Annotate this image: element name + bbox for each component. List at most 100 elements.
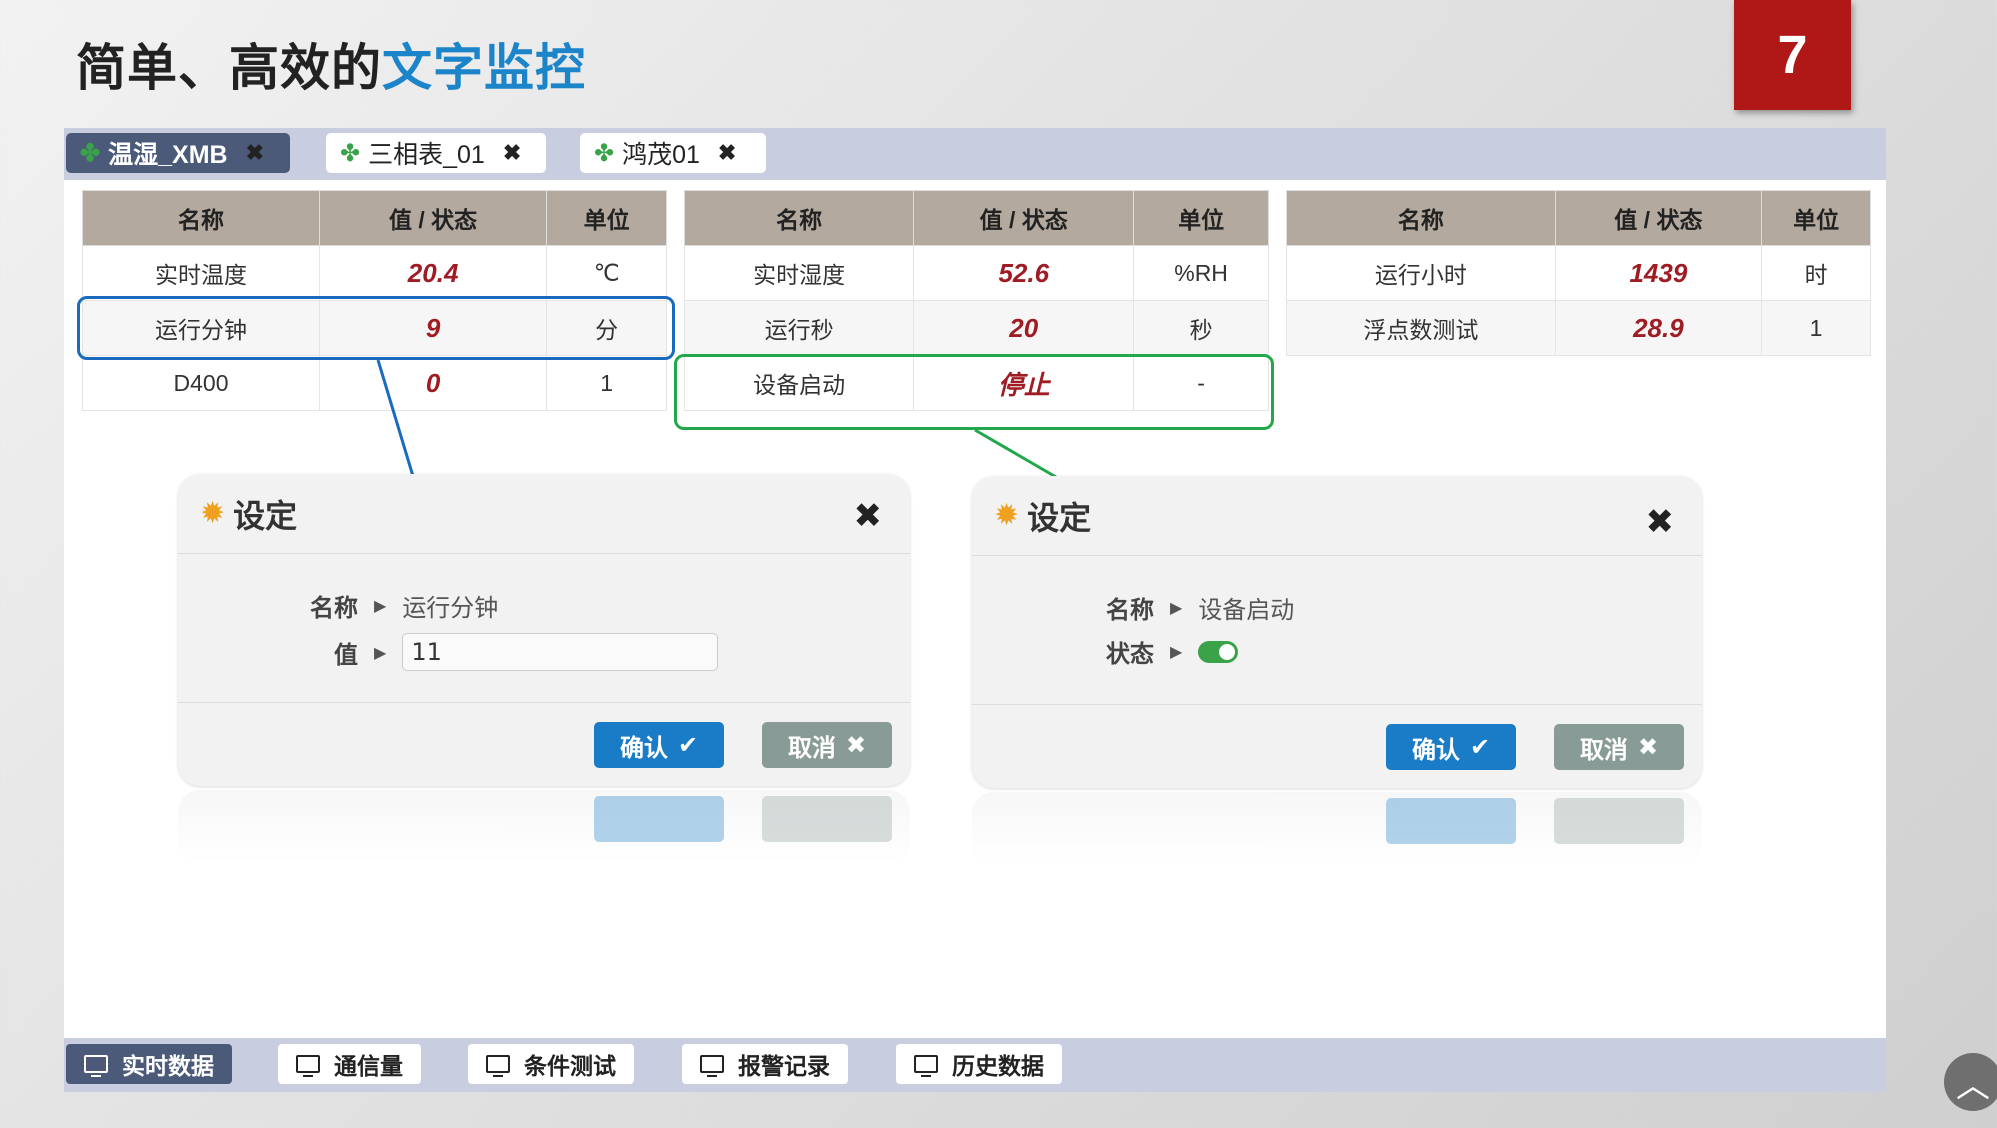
caret-right-icon: ▶: [374, 642, 387, 662]
cell-name: 实时温度: [82, 245, 320, 301]
table-row[interactable]: D400 0 1: [82, 355, 667, 411]
tab-sanxiangbiao-01[interactable]: ✤ 三相表_01 ✖: [326, 133, 546, 173]
cell-unit: ℃: [546, 245, 667, 301]
cell-unit: %RH: [1133, 245, 1269, 301]
tab-label: 报警记录: [738, 1054, 830, 1080]
page-number-badge: 7: [1734, 0, 1851, 110]
confirm-button[interactable]: 确认 ✔: [594, 722, 724, 768]
monitor-icon: [700, 1055, 724, 1077]
cell-unit: 1: [1761, 300, 1871, 356]
tab-label: 三相表_01: [368, 141, 485, 169]
tab-alarm-records[interactable]: 报警记录: [682, 1044, 848, 1084]
tab-realtime-data[interactable]: 实时数据: [66, 1044, 232, 1084]
table-row[interactable]: 浮点数测试 28.9 1: [1286, 300, 1871, 356]
value-input[interactable]: 11: [402, 633, 719, 671]
column-header: 值 / 状态: [318, 190, 548, 246]
close-icon[interactable]: ✖: [503, 140, 521, 166]
check-icon: ✔: [1469, 733, 1491, 761]
value-row: 值 ▶ 11: [298, 633, 719, 671]
cell-name: 运行秒: [683, 300, 915, 356]
table-row[interactable]: 运行小时 1439 时: [1286, 245, 1871, 301]
cancel-button[interactable]: 取消 ✖: [1554, 724, 1684, 770]
title-highlight: 文字监控: [382, 39, 586, 97]
state-row: 状态 ▶: [1094, 634, 1239, 669]
dialog-reflection: [972, 792, 1702, 866]
dialog-reflection: [178, 790, 910, 864]
button-label: 取消: [1579, 735, 1628, 764]
monitor-icon: [914, 1055, 938, 1077]
name-row: 名称 ▶ 设备启动: [1094, 590, 1294, 625]
cell-name: 实时湿度: [683, 245, 915, 301]
data-table-3: 名称值 / 状态 单位 运行小时 1439 时 浮点数测试 28.9 1: [1286, 190, 1871, 356]
reflection-confirm: [594, 796, 724, 842]
column-header: 名称: [1286, 190, 1556, 246]
name-label: 名称: [1106, 596, 1154, 624]
leaf-icon: ✤: [340, 139, 361, 167]
column-header: 值 / 状态: [913, 190, 1135, 246]
tab-hongmao-01[interactable]: ✤ 鸿茂01 ✖: [580, 133, 766, 173]
tab-wenshi-xmb[interactable]: ✤ 温湿_XMB ✖: [66, 133, 290, 173]
settings-dialog-right: ✹ 设定 ✖ 名称 ▶ 设备启动 状态 ▶ 确认 ✔ 取消 ✖: [972, 476, 1702, 788]
dialog-title: 设定: [1027, 498, 1092, 537]
leaf-icon: ✤: [80, 139, 101, 167]
caret-right-icon: ▶: [1170, 598, 1183, 617]
tab-label: 温湿_XMB: [108, 141, 228, 169]
cell-value[interactable]: 0: [318, 355, 548, 411]
close-icon[interactable]: ✖: [718, 140, 736, 166]
tab-traffic[interactable]: 通信量: [278, 1044, 421, 1084]
close-icon[interactable]: ✖: [1646, 502, 1675, 542]
cell-value[interactable]: 1439: [1554, 245, 1763, 301]
device-tab-bar: ✤ 温湿_XMB ✖ ✤ 三相表_01 ✖ ✤ 鸿茂01 ✖: [64, 128, 1886, 180]
name-value: 运行分钟: [402, 594, 499, 622]
tab-label: 通信量: [334, 1054, 403, 1080]
tab-history-data[interactable]: 历史数据: [896, 1044, 1062, 1084]
tab-label: 鸿茂01: [622, 141, 700, 169]
cell-value[interactable]: 52.6: [913, 245, 1135, 301]
column-header: 值 / 状态: [1554, 190, 1763, 246]
state-toggle[interactable]: [1198, 640, 1239, 663]
tab-label: 历史数据: [952, 1054, 1044, 1080]
close-icon[interactable]: ✖: [246, 140, 264, 166]
leaf-icon: ✤: [594, 139, 615, 167]
table-row[interactable]: 实时湿度 52.6 %RH: [683, 245, 1269, 301]
check-icon: ✔: [677, 731, 699, 759]
column-header: 单位: [1133, 190, 1269, 246]
name-row: 名称 ▶ 运行分钟: [298, 588, 498, 623]
table-row[interactable]: 运行秒 20 秒: [683, 300, 1269, 356]
tab-label: 实时数据: [122, 1054, 214, 1080]
cell-name: D400: [82, 355, 320, 411]
highlight-box-device-start: [674, 354, 1274, 430]
bottom-nav-bar: 实时数据 通信量 条件测试 报警记录 历史数据: [64, 1038, 1886, 1092]
cancel-button[interactable]: 取消 ✖: [762, 722, 892, 768]
gear-icon: ✹: [994, 498, 1020, 533]
cell-name: 浮点数测试: [1286, 300, 1556, 356]
cell-value[interactable]: 20: [913, 300, 1135, 356]
name-label: 名称: [310, 594, 358, 622]
cell-name: 运行小时: [1286, 245, 1556, 301]
name-value: 设备启动: [1198, 596, 1295, 624]
button-label: 确认: [619, 733, 668, 762]
column-header: 名称: [683, 190, 915, 246]
gear-icon: ✹: [200, 496, 226, 531]
cell-value[interactable]: 20.4: [318, 245, 548, 301]
reflection-cancel: [762, 796, 892, 842]
tab-condition-test[interactable]: 条件测试: [468, 1044, 634, 1084]
button-label: 确认: [1411, 735, 1460, 764]
cell-unit: 时: [1761, 245, 1871, 301]
caret-right-icon: ▶: [374, 596, 387, 615]
confirm-button[interactable]: 确认 ✔: [1386, 724, 1516, 770]
column-header: 单位: [546, 190, 667, 246]
close-icon: ✖: [845, 731, 867, 759]
highlight-box-run-minutes: [77, 296, 675, 360]
close-icon[interactable]: ✖: [854, 496, 883, 536]
reflection-confirm: [1386, 798, 1516, 844]
caret-right-icon: ▶: [1170, 642, 1183, 661]
close-icon: ✖: [1637, 733, 1659, 761]
button-label: 取消: [787, 733, 836, 762]
table-row[interactable]: 实时温度 20.4 ℃: [82, 245, 667, 301]
cell-value[interactable]: 28.9: [1554, 300, 1763, 356]
monitor-icon: [296, 1055, 320, 1077]
column-header: 单位: [1761, 190, 1871, 246]
monitor-icon: [84, 1055, 108, 1077]
scroll-to-top-button[interactable]: ︿: [1944, 1053, 1997, 1111]
